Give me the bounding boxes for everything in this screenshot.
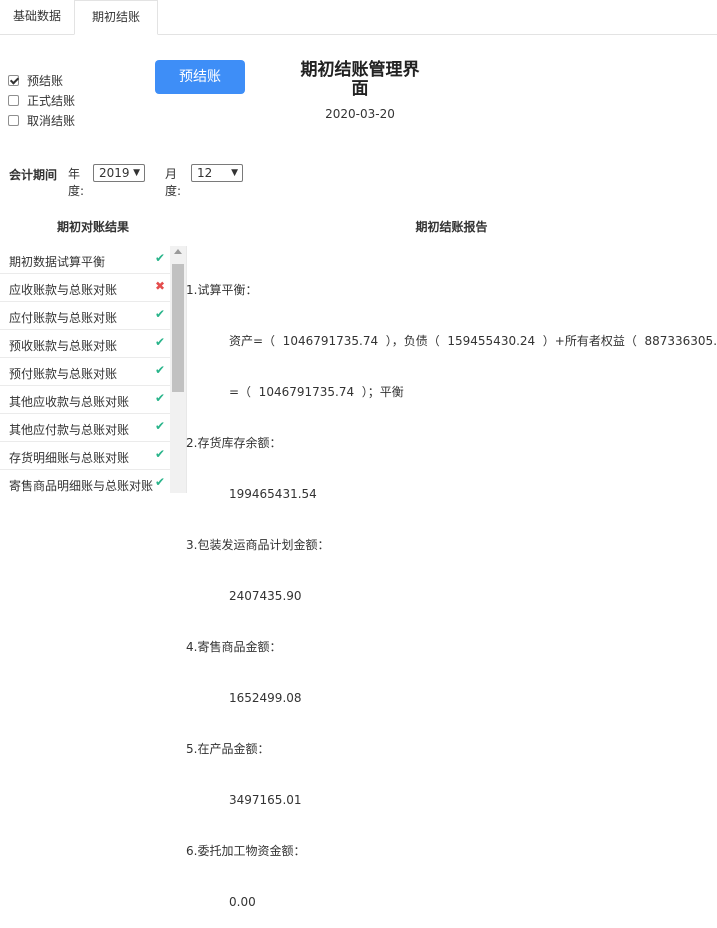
period-label: 会计期间	[9, 168, 58, 182]
list-item[interactable]: 应付账款与总账对账 ✔	[0, 302, 170, 330]
scroll-up-arrow-icon[interactable]	[174, 249, 182, 254]
reconciliation-result-title: 期初对账结果	[56, 220, 129, 234]
report-line: 资产=（ 1046791735.74 ），负债（ 159455430.24 ）+…	[229, 334, 717, 348]
check-icon: ✔	[155, 363, 166, 377]
check-icon: ✔	[155, 475, 166, 489]
report-line: 1652499.08	[229, 691, 302, 705]
month-value: 12	[197, 166, 213, 180]
list-item-label: 预付账款与总账对账	[9, 367, 118, 381]
tab-opening-closing[interactable]: 期初结账	[74, 0, 158, 35]
list-item[interactable]: 期初数据试算平衡 ✔	[0, 246, 170, 274]
list-item[interactable]: 寄售商品明细账与总账对账 ✔	[0, 470, 170, 493]
check-icon: ✔	[155, 391, 166, 405]
tab-bar: 基础数据 期初结账	[0, 0, 717, 35]
option-label: 取消结账	[27, 113, 76, 128]
year-label: 年度:	[68, 167, 85, 198]
list-item[interactable]: 预收账款与总账对账 ✔	[0, 330, 170, 358]
page-title: 期初结账管理界面	[300, 60, 420, 99]
report-line: 3.包装发运商品计划金额：	[186, 538, 330, 552]
list-item-label: 预收账款与总账对账	[9, 339, 118, 353]
page-date: 2020-03-20	[325, 107, 395, 121]
option-pre-closing[interactable]: 预结账	[8, 70, 75, 90]
check-icon: ✔	[155, 307, 166, 321]
list-item[interactable]: 其他应付款与总账对账 ✔	[0, 414, 170, 442]
checkbox-cancel-closing[interactable]	[8, 114, 19, 126]
list-item[interactable]: 其他应收款与总账对账 ✔	[0, 386, 170, 414]
cross-icon: ✖	[155, 279, 166, 293]
checkbox-pre-closing[interactable]	[8, 74, 19, 86]
chevron-down-icon: ▼	[133, 168, 140, 178]
list-item-label: 寄售商品明细账与总账对账	[9, 479, 154, 493]
month-label: 月度:	[165, 167, 182, 198]
closing-options: 预结账 正式结账 取消结账	[8, 70, 75, 130]
list-item-label: 存货明细账与总账对账	[9, 451, 130, 465]
check-icon: ✔	[155, 447, 166, 461]
list-item-label: 应收账款与总账对账	[9, 283, 118, 297]
list-item-label: 其他应付款与总账对账	[9, 423, 130, 437]
report-line: 0.00	[229, 895, 256, 909]
option-label: 正式结账	[27, 93, 76, 108]
list-scrollbar[interactable]	[170, 246, 186, 493]
month-select[interactable]: 12 ▼	[191, 164, 243, 182]
check-icon: ✔	[155, 251, 166, 265]
option-formal-closing[interactable]: 正式结账	[8, 90, 75, 110]
check-icon: ✔	[155, 335, 166, 349]
scrollbar-thumb[interactable]	[172, 264, 184, 392]
pre-closing-button[interactable]: 预结账	[155, 60, 245, 94]
closing-report-title: 期初结账报告	[415, 220, 488, 234]
report-line: 3497165.01	[229, 793, 302, 807]
check-icon: ✔	[155, 419, 166, 433]
closing-report-body: 1.试算平衡： 资产=（ 1046791735.74 ），负债（ 1594554…	[186, 248, 717, 928]
checkbox-formal-closing[interactable]	[8, 94, 19, 106]
report-line: 199465431.54	[229, 487, 317, 501]
list-item[interactable]: 存货明细账与总账对账 ✔	[0, 442, 170, 470]
report-line: 5.在产品金额：	[186, 742, 270, 756]
year-select[interactable]: 2019 ▼	[93, 164, 145, 182]
report-line: =（ 1046791735.74 ）；平衡	[229, 385, 404, 399]
list-item[interactable]: 应收账款与总账对账 ✖	[0, 274, 170, 302]
report-line: 2.存货库存余额：	[186, 436, 282, 450]
option-cancel-closing[interactable]: 取消结账	[8, 110, 75, 130]
list-item-label: 期初数据试算平衡	[9, 255, 106, 269]
report-line: 6.委托加工物资金额：	[186, 844, 306, 858]
list-item-label: 其他应收款与总账对账	[9, 395, 130, 409]
list-item-label: 应付账款与总账对账	[9, 311, 118, 325]
option-label: 预结账	[27, 73, 64, 88]
chevron-down-icon: ▼	[231, 168, 238, 178]
report-line: 2407435.90	[229, 589, 302, 603]
report-line: 1.试算平衡：	[186, 283, 258, 297]
report-line: 4.寄售商品金额：	[186, 640, 282, 654]
list-item[interactable]: 预付账款与总账对账 ✔	[0, 358, 170, 386]
reconciliation-result-list: 期初数据试算平衡 ✔ 应收账款与总账对账 ✖ 应付账款与总账对账 ✔ 预收账款与…	[0, 246, 187, 493]
year-value: 2019	[99, 166, 130, 180]
tab-basic-data[interactable]: 基础数据	[0, 0, 74, 34]
